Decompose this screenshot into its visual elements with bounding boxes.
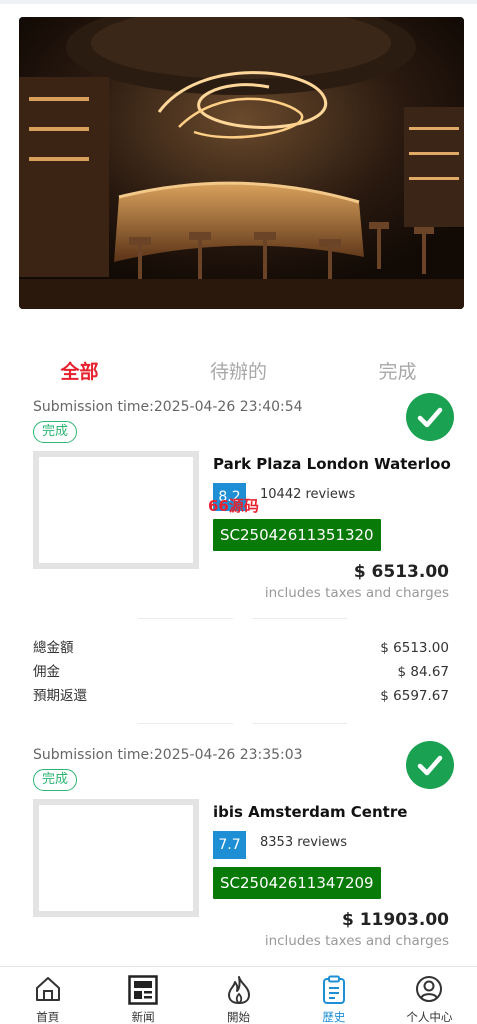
tab-pending[interactable]: 待辦的 [159, 352, 318, 392]
nav-history[interactable]: 歷史 [286, 967, 381, 1024]
summary-row-expected-return: 預期返還 $ 6597.67 [33, 684, 449, 708]
summary-value: $ 6513.00 [380, 640, 449, 656]
hero-banner-image [19, 17, 464, 309]
tab-completed[interactable]: 完成 [318, 352, 477, 392]
history-page: 全部 待辦的 完成 Submission time:2025-04-26 23:… [0, 0, 477, 966]
summary-label: 總金額 [33, 640, 74, 656]
nav-label: 个人中心 [406, 1010, 453, 1024]
tab-all[interactable]: 全部 [0, 352, 159, 392]
status-badge: 完成 [33, 769, 78, 791]
summary-row-commission: 佣金 $ 84.67 [33, 660, 449, 684]
hotel-thumbnail [33, 799, 199, 917]
nav-home[interactable]: 首頁 [0, 967, 95, 1024]
order-code: SC25042611347209 [213, 867, 381, 899]
summary-value: $ 6597.67 [380, 688, 449, 704]
taxes-note: includes taxes and charges [264, 585, 449, 601]
hotel-name: ibis Amsterdam Centre [213, 803, 408, 821]
rating-score: 7.7 [213, 831, 246, 859]
nav-label: 開始 [227, 1010, 251, 1024]
hotel-thumbnail [33, 451, 199, 569]
nav-label: 歷史 [322, 1010, 346, 1024]
nav-profile[interactable]: 个人中心 [382, 967, 477, 1024]
user-icon [416, 976, 443, 1002]
flame-icon [227, 976, 250, 1005]
submission-time: Submission time:2025-04-26 23:40:54 [33, 399, 303, 415]
home-icon [35, 977, 60, 1001]
order-status-tabs: 全部 待辦的 完成 [0, 352, 477, 392]
summary-value: $ 84.67 [397, 664, 449, 680]
nav-label: 首頁 [36, 1010, 60, 1024]
order-price: $ 6513.00 [353, 562, 449, 582]
nav-start[interactable]: 開始 [191, 967, 286, 1024]
status-badge: 完成 [33, 421, 78, 443]
nav-label: 新闻 [131, 1010, 155, 1024]
review-count: 8353 reviews [260, 835, 347, 850]
summary-label: 預期返還 [33, 688, 87, 704]
summary-label: 佣金 [33, 664, 60, 680]
order-summary: 總金額 $ 6513.00 佣金 $ 84.67 預期返還 $ 6597.67 [33, 636, 449, 708]
order-price: $ 11903.00 [341, 910, 449, 930]
divider [138, 618, 233, 619]
divider [252, 723, 347, 724]
check-circle-icon [406, 741, 454, 789]
review-count: 10442 reviews [260, 487, 356, 502]
watermark-text: 66源码 [208, 497, 259, 515]
top-strip [0, 0, 477, 4]
divider [138, 723, 233, 724]
bottom-nav: 首頁 新闻 開始 歷史 个人中心 [0, 966, 477, 1024]
divider [252, 618, 347, 619]
hotel-name: Park Plaza London Waterloo [213, 455, 451, 473]
taxes-note: includes taxes and charges [264, 933, 449, 949]
check-circle-icon [406, 393, 454, 441]
nav-news[interactable]: 新闻 [95, 967, 190, 1024]
news-icon [128, 975, 158, 1005]
summary-row-total: 總金額 $ 6513.00 [33, 636, 449, 660]
submission-time: Submission time:2025-04-26 23:35:03 [33, 747, 303, 763]
clipboard-icon [322, 975, 345, 1004]
order-code: SC25042611351320 [213, 519, 381, 551]
